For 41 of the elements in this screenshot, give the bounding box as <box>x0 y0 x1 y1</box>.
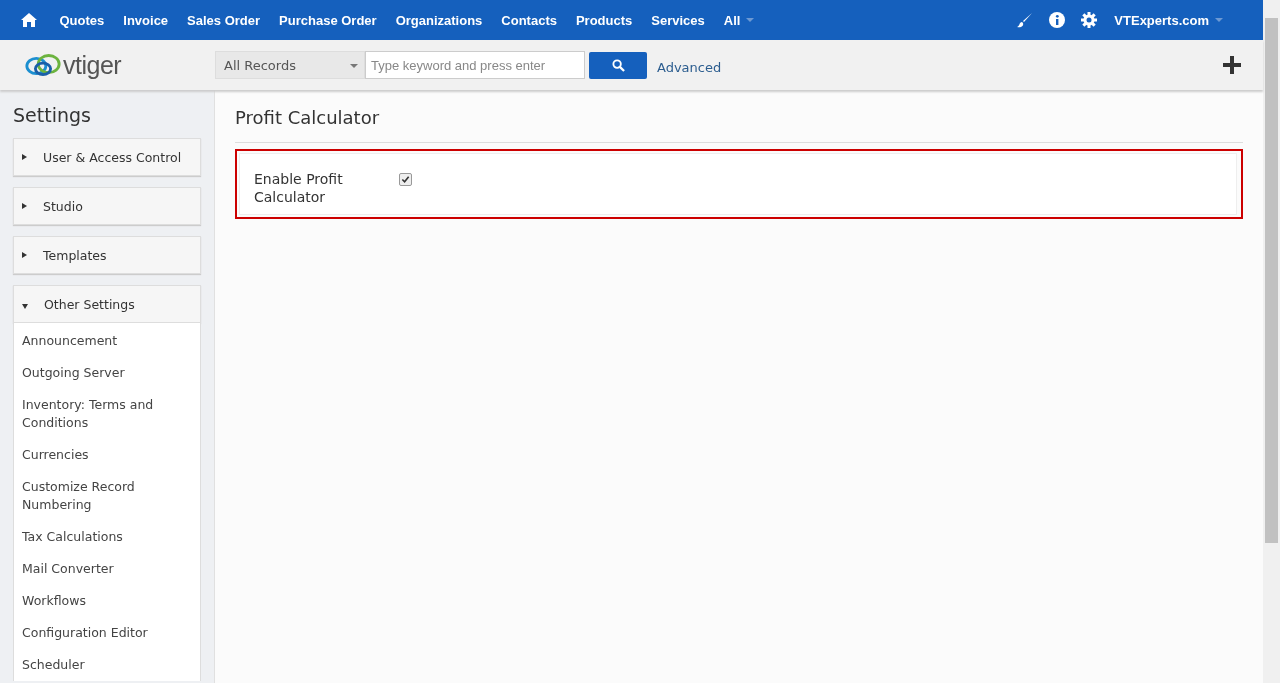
cloud-logo-icon <box>24 52 62 78</box>
nav-link[interactable]: Organizations <box>386 12 492 28</box>
nav-link[interactable]: Invoice <box>113 12 178 28</box>
sidebar-section-header[interactable]: User & Access Control <box>13 138 201 176</box>
sidebar-item[interactable]: Configuration Editor <box>22 617 192 649</box>
nav-link[interactable]: Services <box>641 12 715 28</box>
settings-icon[interactable] <box>1080 12 1097 28</box>
sidebar-section-header[interactable]: Studio <box>13 187 201 225</box>
sidebar-item[interactable]: Outgoing Server <box>22 357 192 389</box>
info-icon[interactable] <box>1048 12 1065 28</box>
home-icon[interactable] <box>20 12 38 28</box>
sidebar-item[interactable]: Currencies <box>22 439 192 471</box>
page-title: Profit Calculator <box>235 90 1243 143</box>
logo-text: vtiger <box>63 50 122 80</box>
sidebar-item[interactable]: Tax Calculations <box>22 521 192 553</box>
nav-link[interactable]: Products <box>566 12 642 28</box>
sidebar-title: Settings <box>13 104 92 126</box>
sidebar-item[interactable]: Workflows <box>22 585 192 617</box>
search-button[interactable] <box>589 51 647 79</box>
nav-menu[interactable]: All <box>714 12 764 28</box>
setting-label: Enable Profit Calculator <box>254 170 344 206</box>
nav-link[interactable]: Contacts <box>491 12 567 28</box>
scrollbar[interactable] <box>1263 0 1280 683</box>
search-scope-dropdown[interactable]: All Records <box>215 51 365 79</box>
sidebar-item[interactable]: Inventory: Terms and Conditions <box>22 389 192 439</box>
user-menu[interactable]: VTExperts.com <box>1104 12 1247 28</box>
sidebar-item[interactable]: Mail Converter <box>22 553 192 585</box>
checkbox[interactable] <box>399 173 412 186</box>
advanced-search-link[interactable]: Advanced <box>657 59 722 75</box>
sidebar-item[interactable]: Scheduler <box>22 649 192 681</box>
search-field[interactable]: Type keyword and press enter <box>365 51 585 79</box>
sidebar-item[interactable]: Announcement <box>22 325 192 357</box>
sidebar-section-header[interactable]: Templates <box>13 236 201 274</box>
nav-link[interactable]: Sales Order <box>177 12 270 28</box>
sidebar-section-header[interactable]: Other Settings <box>13 285 201 323</box>
plus-icon[interactable] <box>1223 56 1241 74</box>
sidebar-item[interactable]: Customize Record Numbering <box>22 471 192 521</box>
nav-link[interactable]: Purchase Order <box>269 12 387 28</box>
search-icon <box>611 58 625 72</box>
brush-icon[interactable] <box>1016 12 1033 28</box>
nav-link[interactable]: Quotes <box>50 12 114 28</box>
